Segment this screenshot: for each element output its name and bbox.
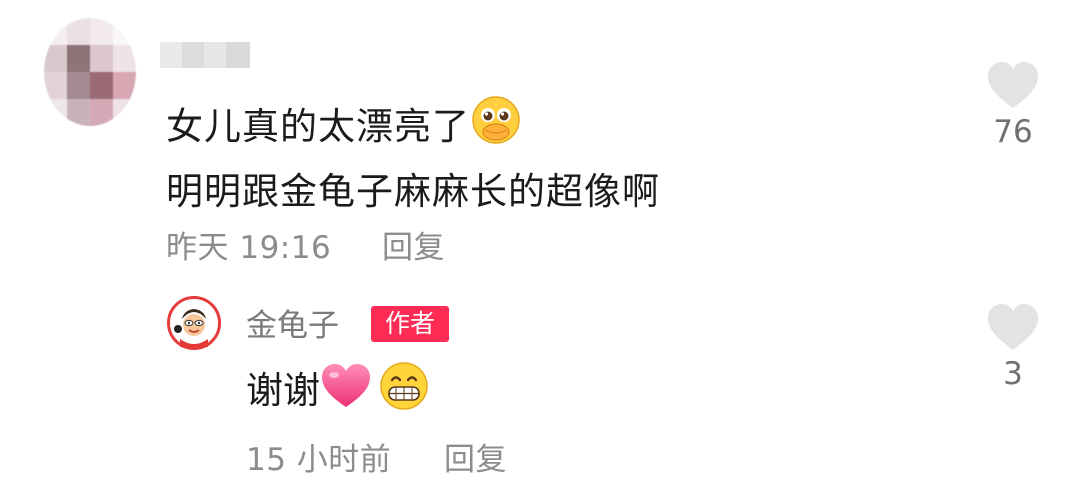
reply-reply-button[interactable]: 回复 <box>444 434 507 479</box>
commenter-avatar-blurred[interactable] <box>44 18 136 126</box>
author-badge: 作者 <box>371 306 449 342</box>
pink-heart-emoji <box>320 362 372 423</box>
reply-avatar[interactable] <box>167 296 221 350</box>
comment-line-1: 女儿真的太漂亮了 <box>166 94 660 163</box>
comment-like-button[interactable]: 76 <box>983 60 1043 150</box>
grinning-face-emoji <box>378 360 430 425</box>
comment-reply-button[interactable]: 回复 <box>382 222 445 267</box>
pleading-hands-over-mouth-emoji <box>470 94 522 163</box>
comment-like-count: 76 <box>993 114 1033 150</box>
heart-icon <box>986 304 1040 356</box>
reply-like-count: 3 <box>1003 356 1023 392</box>
comment-timestamp: 昨天 19:16 <box>166 230 332 266</box>
reply-body: 谢谢 <box>246 360 430 425</box>
reply-username[interactable]: 金龟子 <box>246 300 339 345</box>
reply-like-button[interactable]: 3 <box>983 302 1043 392</box>
heart-icon <box>986 62 1040 114</box>
comment-line-2: 明明跟金龟子麻麻长的超像啊 <box>166 170 660 213</box>
reply-timestamp: 15 小时前 <box>246 442 392 478</box>
comment-body: 女儿真的太漂亮了 明明跟金龟子麻麻长的超像啊 <box>166 94 660 221</box>
commenter-name-blurred[interactable] <box>160 42 250 68</box>
